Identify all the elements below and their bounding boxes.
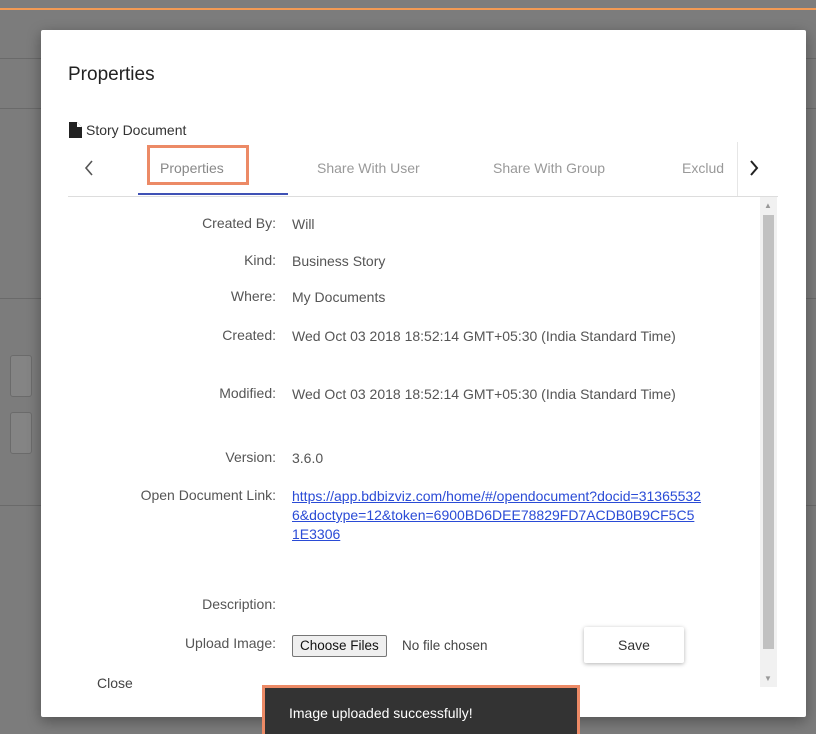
vertical-scrollbar[interactable]: ▲ ▼	[760, 197, 777, 687]
property-label: Description:	[202, 596, 276, 612]
scrollbar-thumb[interactable]	[763, 215, 774, 649]
property-label: Version:	[225, 449, 276, 465]
property-label: Open Document Link:	[140, 487, 276, 503]
property-label: Modified:	[219, 385, 276, 401]
choose-files-button[interactable]: Choose Files	[292, 635, 387, 657]
save-button[interactable]: Save	[584, 627, 684, 663]
tab-properties[interactable]: Properties	[160, 160, 224, 176]
property-label: Where:	[230, 288, 276, 304]
property-value: Wed Oct 03 2018 18:52:14 GMT+05:30 (Indi…	[292, 386, 676, 402]
tab-exclude[interactable]: Exclud	[682, 160, 737, 176]
property-value: Business Story	[292, 253, 386, 269]
property-value: Will	[292, 216, 315, 232]
tab-active-indicator	[138, 193, 288, 195]
property-value: Wed Oct 03 2018 18:52:14 GMT+05:30 (Indi…	[292, 328, 676, 344]
document-name: Story Document	[86, 122, 187, 138]
file-status-text: No file chosen	[402, 638, 488, 653]
scroll-down-icon[interactable]: ▼	[764, 674, 772, 683]
file-icon	[69, 122, 82, 138]
app-top-bar	[0, 0, 816, 10]
tab-share-with-user[interactable]: Share With User	[317, 160, 420, 176]
property-label: Created:	[222, 327, 276, 343]
tab-bar: Properties Share With User Share With Gr…	[68, 142, 778, 197]
toast-notification: Image uploaded successfully!	[262, 685, 580, 734]
tab-share-with-group[interactable]: Share With Group	[493, 160, 605, 176]
property-label: Kind:	[244, 252, 276, 268]
property-value: https://app.bdbizviz.com/home/#/opendocu…	[292, 487, 702, 544]
properties-dialog: Properties Story Document Properties Sha…	[41, 30, 806, 717]
tab-scroll-right-icon[interactable]	[750, 160, 759, 176]
property-label: Created By:	[202, 215, 276, 231]
dialog-title: Properties	[68, 64, 155, 85]
toast-message: Image uploaded successfully!	[289, 705, 473, 721]
open-document-link[interactable]: https://app.bdbizviz.com/home/#/opendocu…	[292, 488, 701, 542]
close-button[interactable]: Close	[97, 675, 133, 691]
document-name-row: Story Document	[69, 120, 186, 140]
property-label: Upload Image:	[184, 635, 276, 651]
property-value: My Documents	[292, 289, 386, 305]
properties-panel: Created By: Will Kind: Business Story Wh…	[68, 197, 761, 677]
tab-scroll-left-icon[interactable]	[84, 160, 93, 176]
tab-overflow-divider	[737, 142, 738, 196]
background-bar-chart-icon	[10, 412, 32, 454]
background-chart-icon	[10, 355, 32, 397]
property-value: 3.6.0	[292, 450, 324, 466]
scroll-up-icon[interactable]: ▲	[764, 201, 772, 210]
